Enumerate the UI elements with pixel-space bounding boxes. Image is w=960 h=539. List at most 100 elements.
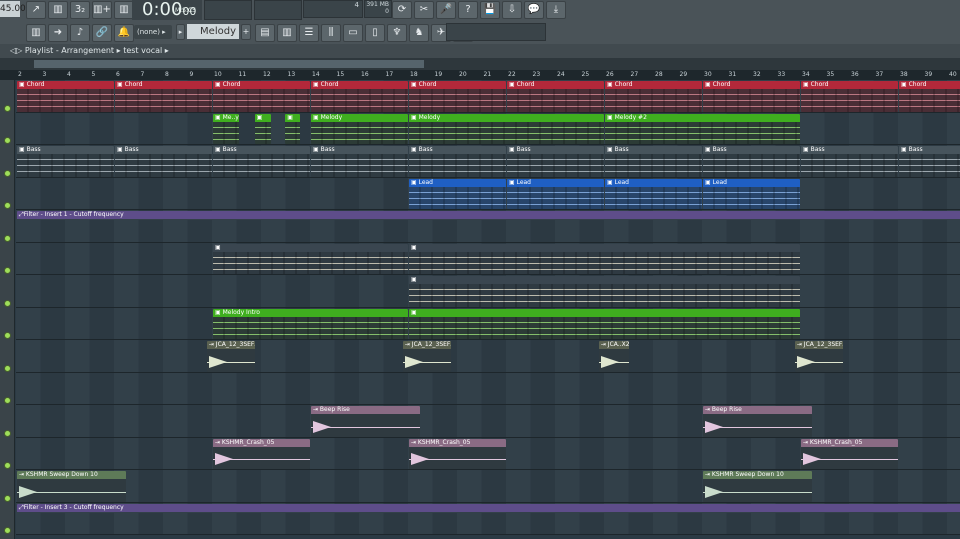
toolbar-button[interactable]: ↗ — [26, 1, 46, 19]
pattern-clip[interactable]: ▣ Bass — [899, 146, 960, 177]
audio-clip[interactable]: ⇥ JCA..X2 — [598, 341, 629, 372]
pattern-clip[interactable]: ▣ Lead — [409, 178, 506, 209]
track-lane[interactable]: ▣ Lead ▣ Lead ▣ Lead ▣ Lead — [16, 177, 960, 210]
track-mute-toggle[interactable] — [4, 462, 11, 469]
arrangement-selector[interactable]: test vocal — [123, 46, 162, 55]
pattern-clip[interactable]: ▣ Chord — [409, 81, 506, 112]
pattern-clip[interactable]: ▣ Bass — [213, 146, 310, 177]
toolbar-button[interactable]: ♆ — [387, 24, 407, 42]
audio-clip[interactable]: ⇥ JCA_12_3SEFX2 — [402, 341, 451, 372]
track-lane[interactable]: ▣ Melody Intro ▣ — [16, 307, 960, 340]
track-lane[interactable]: ⤢Filter - Insert 3 - Cutoff frequency — [16, 502, 960, 535]
pattern-clip[interactable]: ▣ Lead — [703, 178, 800, 209]
audio-clip[interactable]: ⇥ KSHMR Sweep Down 10 — [703, 471, 813, 502]
song-time-display[interactable]: 0:0000 M:S:CS — [132, 0, 202, 20]
toolbar-button[interactable]: ⟳ — [392, 1, 412, 19]
track-mute-toggle[interactable] — [4, 267, 11, 274]
audio-clip[interactable]: ⇥ JCA_12_3SEFX2 — [206, 341, 255, 372]
track-lane[interactable]: ⇥ KSHMR Sweep Down 10 ⇥ KSHMR Sweep Down … — [16, 470, 960, 503]
pattern-clip[interactable]: ▣ Bass — [17, 146, 114, 177]
pattern-clip[interactable]: ▣ Chord — [703, 81, 800, 112]
pattern-clip[interactable]: ▣ Bass — [115, 146, 212, 177]
audio-clip[interactable]: ⇥ KSHMR_Crash_05 — [409, 438, 506, 469]
automation-clip[interactable]: ⤢Filter - Insert 3 - Cutoff frequency — [17, 503, 960, 513]
audio-clip[interactable]: ⇥ KSHMR_Crash_05 — [801, 438, 898, 469]
snap-selector[interactable]: (none) ▸ — [134, 25, 172, 39]
toolbar-button[interactable]: ✂ — [414, 1, 434, 19]
toolbar-button[interactable]: 💾 — [480, 1, 500, 19]
pattern-clip[interactable]: ▣ — [285, 113, 301, 144]
pattern-prev-button[interactable]: ▸ — [176, 24, 185, 40]
pattern-clip[interactable]: ▣ Chord — [899, 81, 960, 112]
track-lane[interactable]: ▣ Chord ▣ Chord ▣ Chord ▣ Chord ▣ Chord ▣ Cho… — [16, 80, 960, 113]
track-lane[interactable]: ▣ Bass ▣ Bass ▣ Bass ▣ Bass ▣ Bass ▣ Bass ▣ Ba… — [16, 145, 960, 178]
pattern-clip[interactable]: ▣ Chord — [507, 81, 604, 112]
pattern-clip[interactable]: ▣ Chord — [115, 81, 212, 112]
toolbar-button[interactable]: ♪ — [70, 24, 90, 42]
track-lane[interactable]: ⇥ KSHMR_Crash_05 ⇥ KSHMR_Crash_05 ⇥ KSHMR_… — [16, 437, 960, 470]
add-pattern-button[interactable]: + — [241, 24, 251, 40]
pattern-clip[interactable]: ▣ Chord — [801, 81, 898, 112]
track-mute-toggle[interactable] — [4, 364, 11, 372]
audio-clip[interactable]: ⇥ KSHMR Sweep Down 10 — [17, 471, 127, 502]
toolbar-button[interactable]: ▤ — [255, 24, 275, 42]
toolbar-button[interactable]: 🔔 — [114, 24, 134, 42]
toolbar-button[interactable]: ▥ — [26, 24, 46, 42]
toolbar-button[interactable]: ⤓ — [546, 1, 566, 19]
toolbar-button[interactable]: ▯ — [365, 24, 385, 42]
audio-clip[interactable]: ⇥ Beep Rise — [311, 406, 421, 437]
toolbar-button[interactable]: ➜ — [48, 24, 68, 42]
pattern-clip[interactable]: ▣ Melody Intro — [213, 308, 408, 339]
pattern-selector[interactable]: Melody — [187, 24, 239, 39]
automation-clip[interactable]: ⤢Filter - Insert 1 - Cutoff frequency — [17, 211, 960, 220]
track-mute-toggle[interactable] — [4, 202, 11, 209]
pattern-clip[interactable]: ▣ Me..y — [213, 113, 239, 144]
track-mute-toggle[interactable] — [4, 299, 11, 307]
pattern-clip[interactable]: ▣ Lead — [605, 178, 702, 209]
audio-clip[interactable]: ⇥ JCA_12_3SEFX2 — [794, 341, 843, 372]
track-lane[interactable] — [16, 372, 960, 405]
pattern-clip[interactable]: ▣ — [409, 308, 800, 339]
track-lane[interactable]: ⤢Filter - Insert 1 - Cutoff frequency — [16, 210, 960, 243]
track-mute-toggle[interactable] — [4, 527, 11, 534]
toolbar-button[interactable]: ▥ — [48, 1, 68, 19]
overview-scrollbar[interactable] — [0, 58, 960, 70]
toolbar-button[interactable]: ? — [458, 1, 478, 19]
tempo-display[interactable]: 45.000 — [0, 1, 32, 17]
track-lane[interactable]: ⇥ Beep Rise ⇥ Beep Rise — [16, 405, 960, 438]
toolbar-button[interactable]: 🎤 — [436, 1, 456, 19]
track-mute-toggle[interactable] — [4, 332, 11, 339]
master-volume-panel[interactable] — [204, 0, 252, 20]
toolbar-button[interactable]: ♞ — [409, 24, 429, 42]
pattern-clip[interactable]: ▣ Melody — [409, 113, 604, 144]
pattern-clip[interactable]: ▣ — [254, 113, 271, 144]
timeline-ruler[interactable]: 2 3 4 5 6 7 8 9 10 11 12 13 14 15 16 17 18 19 20 21 22 23 24 25… — [0, 70, 960, 80]
toolbar-button[interactable]: ▭ — [343, 24, 363, 42]
toolbar-button[interactable]: ▥+ — [92, 1, 112, 19]
pattern-clip[interactable]: ▣ Chord — [311, 81, 408, 112]
track-lane[interactable]: ▣ — [16, 275, 960, 308]
track-mute-toggle[interactable] — [4, 397, 11, 404]
pattern-clip[interactable]: ▣ Bass — [507, 146, 604, 177]
scroll-thumb[interactable] — [34, 60, 424, 68]
toolbar-button[interactable]: ☰ — [299, 24, 319, 42]
track-mute-toggle[interactable] — [4, 494, 11, 502]
toolbar-button[interactable]: ▥ — [277, 24, 297, 42]
toolbar-button[interactable]: 3₂ — [70, 1, 90, 19]
pattern-clip[interactable]: ▣ Bass — [605, 146, 702, 177]
audio-clip[interactable]: ⇥ Beep Rise — [703, 406, 813, 437]
pattern-clip[interactable]: ▣ Bass — [311, 146, 408, 177]
pattern-clip[interactable]: ▣ Chord — [605, 81, 702, 112]
track-mute-toggle[interactable] — [4, 137, 11, 144]
pattern-clip[interactable]: ▣ Chord — [17, 81, 114, 112]
track-lane[interactable]: ▣ ▣ — [16, 242, 960, 275]
track-mute-toggle[interactable] — [4, 429, 11, 437]
pattern-clip[interactable]: ▣ Bass — [703, 146, 800, 177]
pattern-clip[interactable]: ▣ Bass — [409, 146, 506, 177]
track-lane[interactable]: ▣ Me..y ▣ ▣ ▣ Melody ▣ Melody ▣ Melody #2 — [16, 112, 960, 145]
track-mute-toggle[interactable] — [4, 104, 11, 112]
pattern-clip[interactable]: ▣ Bass — [801, 146, 898, 177]
pattern-clip[interactable]: ▣ Melody #2 — [605, 113, 800, 144]
pattern-clip[interactable]: ▣ Melody — [311, 113, 408, 144]
toolbar-button[interactable]: 💬 — [524, 1, 544, 19]
